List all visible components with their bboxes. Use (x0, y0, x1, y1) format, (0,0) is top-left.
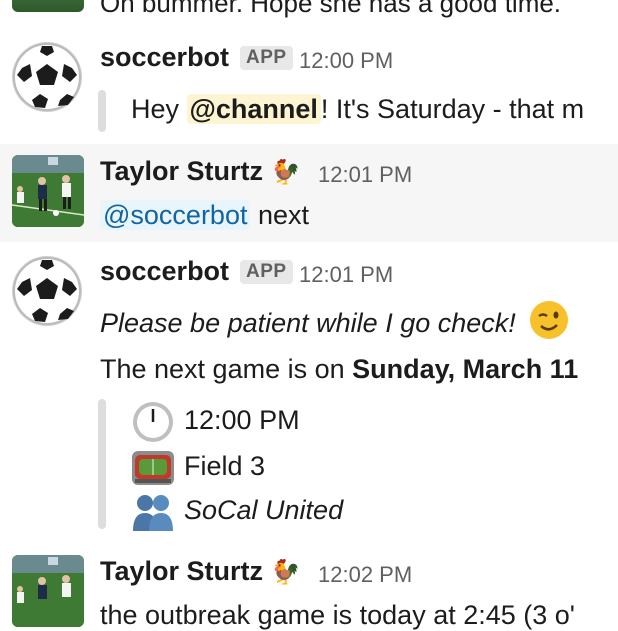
timestamp[interactable]: 12:02 PM (318, 562, 412, 588)
avatar[interactable] (12, 155, 84, 227)
app-badge: APP (240, 260, 293, 284)
text-fragment: next (250, 200, 310, 230)
user-mention[interactable]: @soccerbot (100, 200, 251, 230)
detail-text: SoCal United (184, 495, 344, 525)
soccer-ball-icon (12, 42, 82, 112)
author-name[interactable]: Taylor Sturtz 🐓 (100, 156, 300, 187)
detail-text: Field 3 (184, 451, 266, 481)
message-text: the outbreak game is today at 2:45 (3 o' (100, 600, 575, 630)
wink-emoji-icon (529, 300, 569, 347)
message-text: Hey @channel! It's Saturday - that m (131, 94, 584, 125)
soccer-photo-icon (12, 555, 84, 627)
people-icon (131, 493, 175, 533)
author-name-text[interactable]: Taylor Sturtz (100, 156, 263, 186)
author-name[interactable]: soccerbot (100, 256, 229, 287)
text-fragment: ! It's Saturday - that m (320, 94, 585, 124)
message-text: The next game is on Sunday, March 11 (100, 354, 578, 385)
quote-bar (98, 399, 106, 529)
rooster-icon: 🐓 (270, 559, 301, 586)
timestamp[interactable]: 12:01 PM (318, 162, 412, 188)
avatar[interactable] (12, 256, 82, 331)
bold-date: Sunday, March 11 (352, 354, 579, 384)
author-name[interactable]: soccerbot (100, 42, 229, 73)
message-text: Please be patient while I go check! (100, 300, 569, 347)
stadium-icon (131, 447, 175, 487)
clock-icon (131, 400, 175, 444)
timestamp[interactable]: 12:01 PM (299, 262, 393, 288)
detail-text: 12:00 PM (184, 405, 300, 435)
avatar[interactable] (12, 42, 82, 117)
message-text: Oh bummer. Hope she has a good time. (100, 0, 562, 18)
author-name-text[interactable]: Taylor Sturtz (100, 556, 263, 586)
text-fragment: The next game is on (100, 354, 353, 384)
soccer-photo-icon (12, 155, 84, 227)
app-badge: APP (240, 46, 293, 70)
rooster-icon: 🐓 (270, 159, 301, 186)
quote-bar (98, 90, 106, 132)
message-text: @soccerbot next (100, 200, 309, 231)
timestamp[interactable]: 12:00 PM (299, 48, 393, 74)
text-fragment: Hey (131, 94, 187, 124)
avatar[interactable] (12, 555, 84, 627)
soccer-ball-icon (12, 256, 82, 326)
channel-mention[interactable]: @channel (186, 94, 321, 124)
avatar-photo[interactable] (12, 0, 84, 12)
author-name[interactable]: Taylor Sturtz 🐓 (100, 556, 300, 587)
italic-text: Please be patient while I go check! (100, 308, 516, 338)
